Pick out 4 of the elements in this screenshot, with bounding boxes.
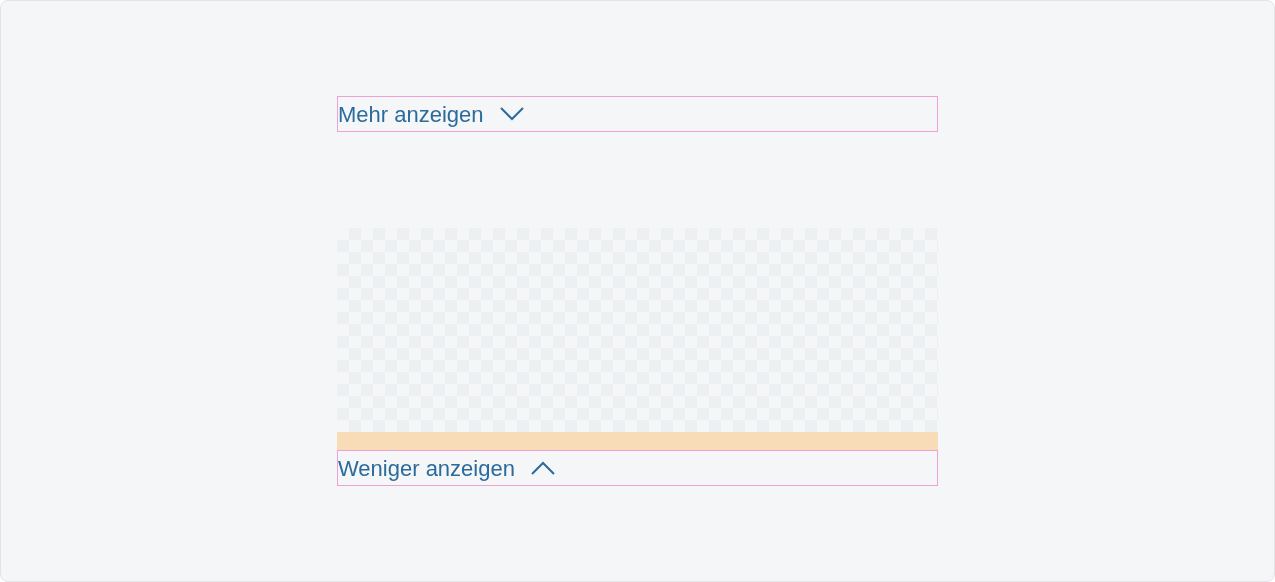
chevron-up-icon bbox=[530, 461, 555, 475]
expander-toggle[interactable]: Weniger anzeigen bbox=[337, 450, 938, 486]
chevron-down-icon bbox=[499, 107, 524, 121]
expander-toggle[interactable]: Mehr anzeigen bbox=[337, 96, 938, 132]
